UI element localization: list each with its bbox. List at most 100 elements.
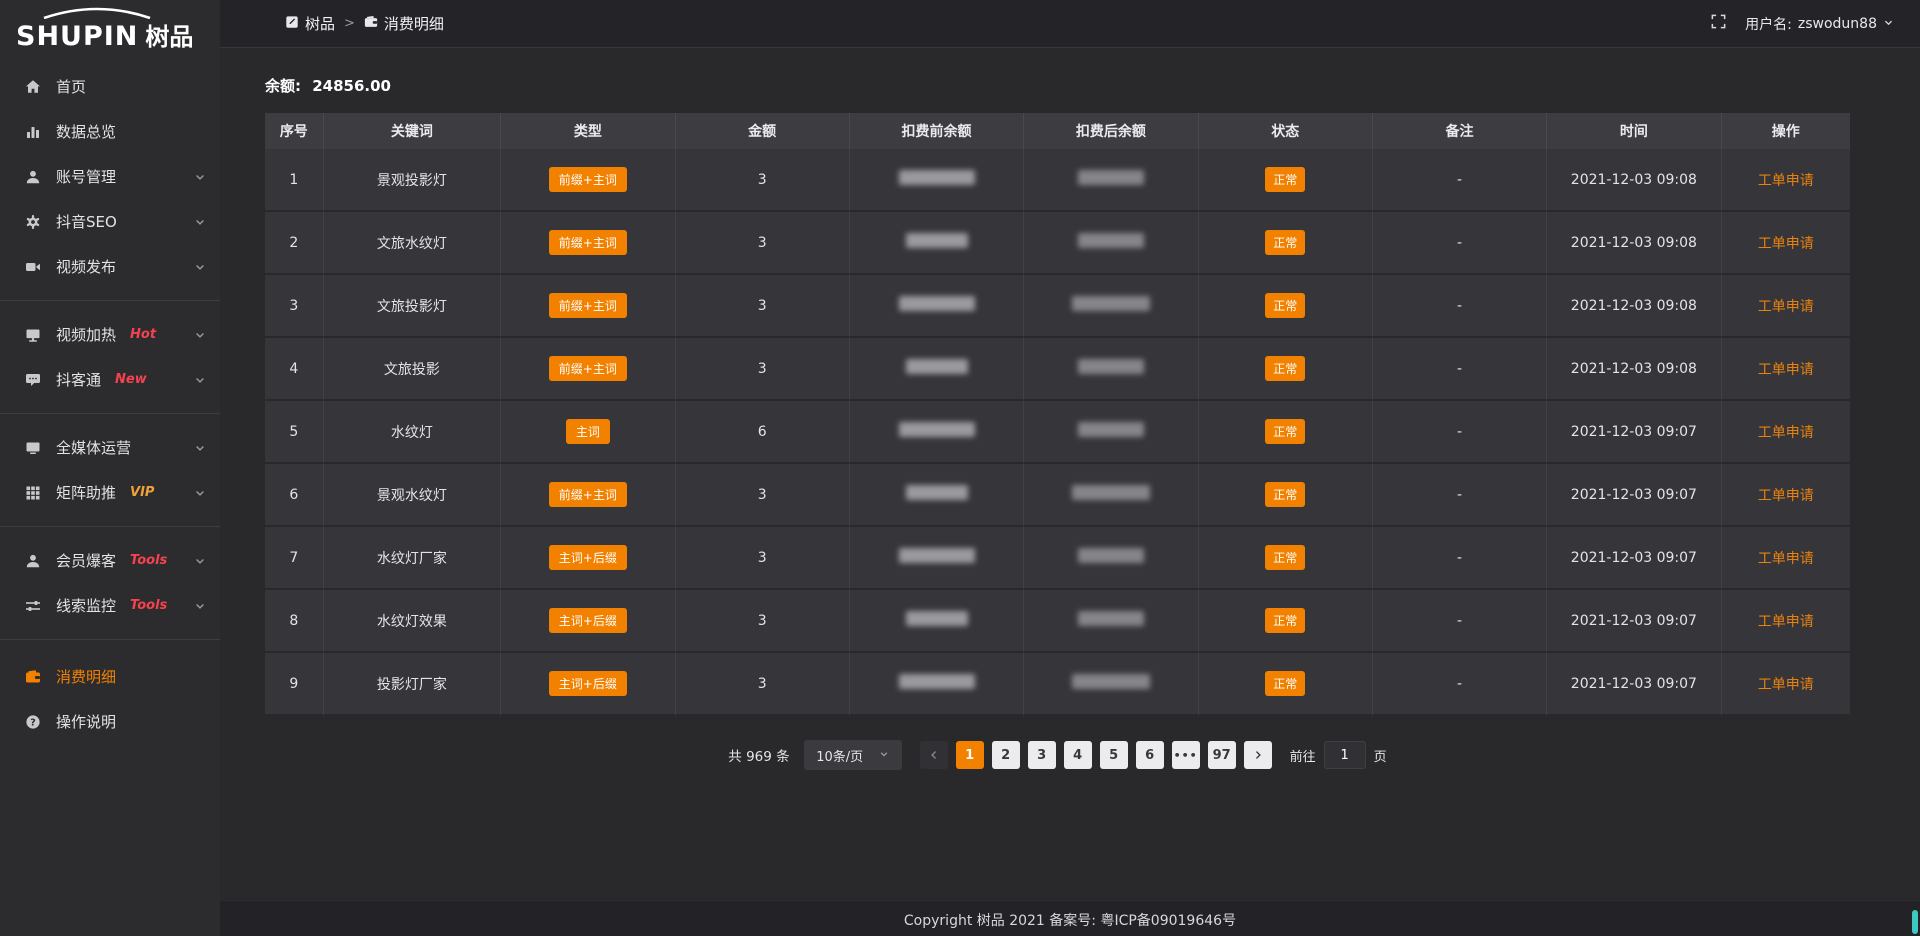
next-page-button[interactable] (1244, 741, 1272, 769)
breadcrumb-root[interactable]: 树品 (285, 13, 335, 34)
sidebar-item-douketong[interactable]: 抖客通 New (0, 357, 220, 402)
breadcrumb-current[interactable]: 消费明细 (364, 13, 444, 34)
ticket-apply-link[interactable]: 工单申请 (1758, 488, 1814, 504)
new-tag: New (115, 372, 147, 387)
page-button-5[interactable]: 5 (1100, 741, 1128, 769)
sidebar-item-instructions[interactable]: ? 操作说明 (0, 699, 220, 744)
sidebar-item-data-overview[interactable]: 数据总览 (0, 109, 220, 154)
page-button-6[interactable]: 6 (1136, 741, 1164, 769)
column-header: 序号 (265, 113, 324, 149)
masked-post-balance (1072, 674, 1150, 689)
column-header: 状态 (1199, 113, 1373, 149)
column-header: 备注 (1373, 113, 1547, 149)
masked-pre-balance (899, 674, 975, 689)
masked-post-balance (1078, 422, 1144, 437)
column-header: 类型 (501, 113, 675, 149)
page-size-select[interactable]: 10条/页 (804, 740, 902, 770)
footer: Copyright 树品 2021 备案号: 粤ICP备09019646号 (220, 902, 1920, 936)
chevron-down-icon (194, 261, 206, 273)
ticket-apply-link[interactable]: 工单申请 (1758, 551, 1814, 567)
ticket-apply-link[interactable]: 工单申请 (1758, 299, 1814, 315)
type-badge: 前缀+主词 (549, 230, 627, 255)
sidebar-item-matrix-boost[interactable]: 矩阵助推 VIP (0, 470, 220, 515)
type-badge: 前缀+主词 (549, 293, 627, 318)
table-row: 2 文旅水纹灯 前缀+主词 3 正常 - 2021-12-03 09:08 工单… (265, 212, 1850, 275)
type-badge: 前缀+主词 (549, 356, 627, 381)
scrollbar-thumb[interactable] (1912, 910, 1918, 934)
sidebar-item-member-burst[interactable]: 会员爆客 Tools (0, 538, 220, 583)
masked-post-balance (1078, 548, 1144, 563)
sidebar-item-label: 数据总览 (56, 121, 116, 142)
sliders-icon (24, 598, 42, 614)
masked-pre-balance (899, 170, 975, 185)
balance-label: 余额: (265, 77, 301, 95)
masked-pre-balance (906, 611, 968, 626)
table-header-row: 序号 关键词 类型 金额 扣费前余额 扣费后余额 状态 备注 时间 操作 (265, 113, 1850, 149)
ticket-apply-link[interactable]: 工单申请 (1758, 614, 1814, 630)
breadcrumb: 树品 > 消费明细 (285, 13, 444, 34)
video-icon (24, 259, 42, 275)
goto-label: 前往 (1290, 746, 1316, 765)
home-icon (24, 79, 42, 95)
username-value: zswodun88 (1798, 16, 1877, 32)
sidebar-item-label: 会员爆客 (56, 550, 116, 571)
page-button-3[interactable]: 3 (1028, 741, 1056, 769)
ticket-apply-link[interactable]: 工单申请 (1758, 236, 1814, 252)
total-count: 共 969 条 (728, 745, 789, 765)
sidebar-item-video-publish[interactable]: 视频发布 (0, 244, 220, 289)
masked-post-balance (1078, 233, 1144, 248)
sidebar-item-consumption-detail[interactable]: 消费明细 (0, 654, 220, 699)
user-menu[interactable]: 用户名: zswodun88 (1745, 14, 1894, 34)
sidebar-item-all-media[interactable]: 全媒体运营 (0, 425, 220, 470)
doc-icon (285, 15, 299, 33)
ticket-apply-link[interactable]: 工单申请 (1758, 677, 1814, 693)
page-button-2[interactable]: 2 (992, 741, 1020, 769)
table-row: 6 景观水纹灯 前缀+主词 3 正常 - 2021-12-03 09:07 工单… (265, 464, 1850, 527)
masked-post-balance (1072, 485, 1150, 500)
prev-page-button[interactable] (920, 741, 948, 769)
chevron-down-icon (194, 442, 206, 454)
sidebar: SHUPIN 树品 首页 数据总览 账号管理 抖音SEO (0, 0, 220, 936)
logo-arc (38, 4, 156, 23)
wallet-icon (24, 669, 42, 685)
chevron-down-icon (194, 374, 206, 386)
table-row: 9 投影灯厂家 主词+后缀 3 正常 - 2021-12-03 09:07 工单… (265, 653, 1850, 716)
goto-page-input[interactable] (1324, 741, 1366, 769)
status-badge: 正常 (1265, 608, 1305, 633)
type-badge: 主词 (566, 419, 610, 444)
chevron-down-icon (194, 487, 206, 499)
column-header: 扣费前余额 (850, 113, 1024, 149)
page-button-97[interactable]: 97 (1208, 741, 1236, 769)
chevron-down-icon (879, 748, 889, 763)
top-bar: 树品 > 消费明细 用户名: zswodun88 (220, 0, 1920, 48)
screen-icon (24, 327, 42, 343)
page-button-1[interactable]: 1 (956, 741, 984, 769)
masked-pre-balance (906, 233, 968, 248)
wallet-icon (364, 15, 378, 33)
fullscreen-icon[interactable] (1710, 13, 1727, 34)
column-header: 关键词 (324, 113, 502, 149)
table-row: 7 水纹灯厂家 主词+后缀 3 正常 - 2021-12-03 09:07 工单… (265, 527, 1850, 590)
status-badge: 正常 (1265, 545, 1305, 570)
sidebar-item-home[interactable]: 首页 (0, 64, 220, 109)
column-header: 扣费后余额 (1024, 113, 1198, 149)
sidebar-item-account[interactable]: 账号管理 (0, 154, 220, 199)
sidebar-item-clue-monitor[interactable]: 线索监控 Tools (0, 583, 220, 628)
ticket-apply-link[interactable]: 工单申请 (1758, 173, 1814, 189)
sidebar-item-label: 首页 (56, 76, 86, 97)
sidebar-item-douyin-seo[interactable]: 抖音SEO (0, 199, 220, 244)
ticket-apply-link[interactable]: 工单申请 (1758, 425, 1814, 441)
more-pages-button[interactable]: ••• (1172, 741, 1200, 769)
sidebar-divider (0, 526, 220, 527)
masked-pre-balance (906, 485, 968, 500)
column-header: 时间 (1547, 113, 1721, 149)
balance: 余额: 24856.00 (265, 75, 1850, 96)
logo[interactable]: SHUPIN 树品 (0, 0, 220, 54)
logo-text-en: SHUPIN (16, 23, 138, 50)
ticket-apply-link[interactable]: 工单申请 (1758, 362, 1814, 378)
sidebar-item-video-heat[interactable]: 视频加热 Hot (0, 312, 220, 357)
app-root: SHUPIN 树品 首页 数据总览 账号管理 抖音SEO (0, 0, 1920, 936)
chevron-down-icon (194, 555, 206, 567)
page-button-4[interactable]: 4 (1064, 741, 1092, 769)
masked-post-balance (1078, 359, 1144, 374)
